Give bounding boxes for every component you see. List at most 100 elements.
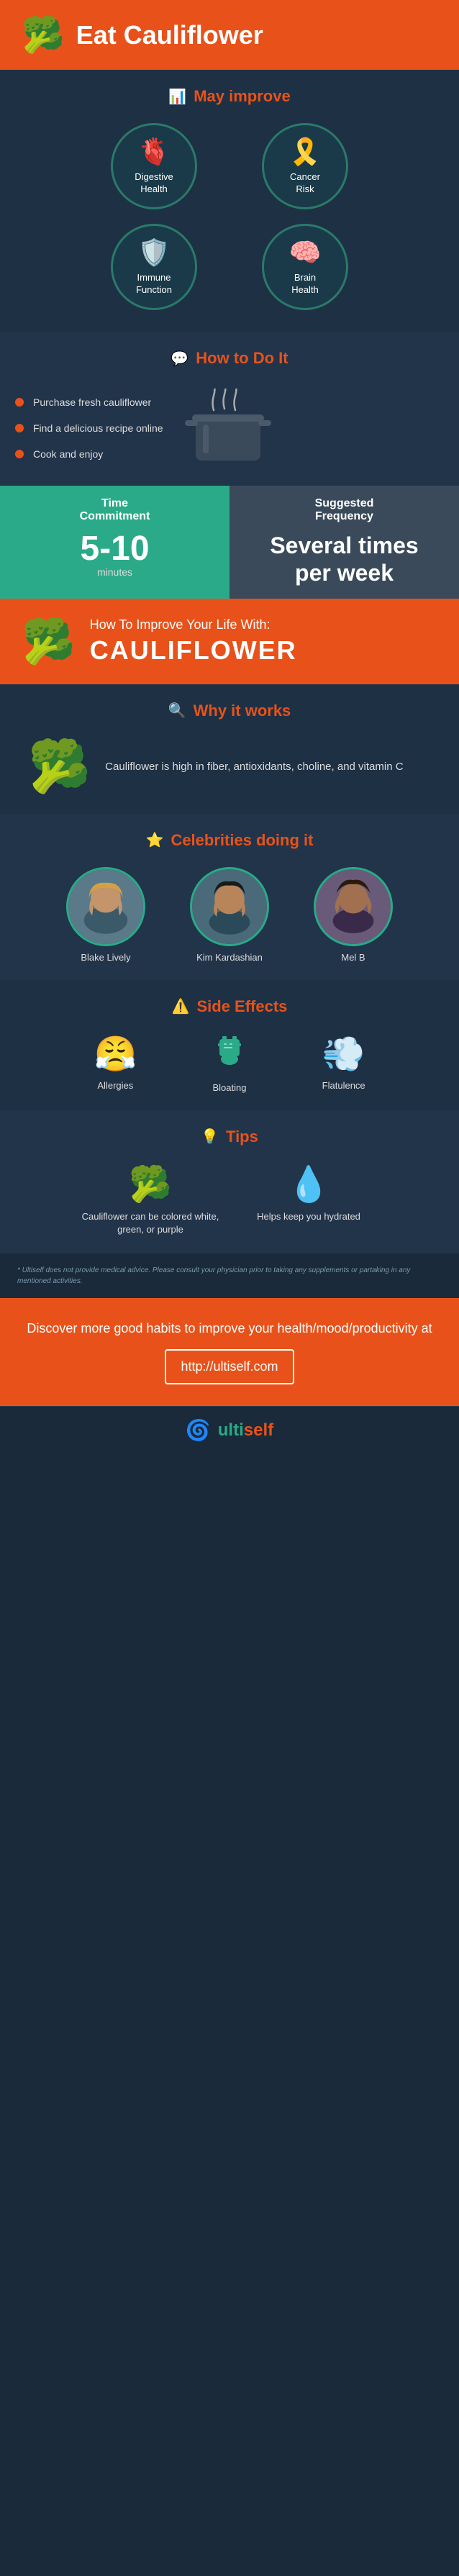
footer-brand-ult: ulti — [218, 1420, 244, 1440]
allergies-label: Allergies — [97, 1080, 133, 1091]
shield-icon: 🛡️ — [138, 237, 171, 268]
time-commitment-unit: minutes — [14, 566, 215, 578]
step-indicator — [14, 398, 24, 407]
step-dot — [15, 398, 24, 407]
brain-health-circle: 🧠 BrainHealth — [262, 224, 348, 310]
suggested-frequency-label: Suggested Frequency — [244, 497, 445, 523]
celebrities-label: Celebrities doing it — [171, 831, 313, 850]
how-label: How to Do It — [196, 349, 288, 368]
search-icon: 🔍 — [168, 702, 186, 720]
tips-grid: 🥦 Cauliflower can be colored white, gree… — [78, 1164, 381, 1236]
may-improve-section: 📊 May improve 🫀 DigestiveHealth 🎗️ Cance… — [0, 70, 459, 332]
step-text: Purchase fresh cauliflower — [33, 396, 151, 408]
disclaimer-section: * Ultiself does not provide medical advi… — [0, 1253, 459, 1298]
kim-kardashian-photo — [190, 867, 269, 946]
banner-main-text: CAULIFLOWER — [90, 635, 437, 666]
bloating-label: Bloating — [213, 1082, 247, 1093]
flatulence-icon: 💨 — [322, 1033, 365, 1074]
star-icon: ⭐ — [146, 831, 164, 849]
discover-link[interactable]: http://ultiself.com — [181, 1359, 278, 1374]
list-item: Blake Lively — [50, 867, 162, 963]
step-dot — [15, 450, 24, 458]
footer-brand: ultiself — [218, 1420, 273, 1441]
footer-brand-self: self — [244, 1420, 273, 1440]
why-label: Why it works — [194, 702, 291, 720]
immune-function-circle: 🛡️ ImmuneFunction — [111, 224, 197, 310]
list-item: Find a delicious recipe online — [14, 415, 163, 441]
discover-link-box[interactable]: http://ultiself.com — [165, 1349, 294, 1384]
may-improve-label: May improve — [194, 87, 291, 106]
celebrities-grid: Blake Lively Kim Kardashian — [50, 867, 409, 963]
celebrities-heading: ⭐ Celebrities doing it — [14, 831, 445, 850]
why-content: 🥦 Cauliflower is high in fiber, antioxid… — [28, 738, 431, 797]
cauliflower-color-icon: 🥦 — [129, 1164, 172, 1205]
tips-heading: 💡 Tips — [14, 1128, 445, 1146]
cauliflower-banner-icon: 🥦 — [22, 616, 76, 667]
pot-illustration — [178, 385, 278, 471]
how-heading: 💬 How to Do It — [14, 349, 445, 368]
celebrities-section: ⭐ Celebrities doing it Blake Lively — [0, 814, 459, 980]
banner-subtitle: How To Improve Your Life With: — [90, 617, 437, 632]
chat-icon: 💬 — [171, 350, 188, 368]
side-effects-section: ⚠️ Side Effects 😤 Allergies — [0, 980, 459, 1110]
immune-label: ImmuneFunction — [136, 272, 172, 296]
flatulence-label: Flatulence — [322, 1080, 365, 1091]
list-item: 🥦 Cauliflower can be colored white, gree… — [78, 1164, 222, 1236]
list-item: 🧠 BrainHealth — [237, 224, 373, 310]
ultiself-logo-icon: 🌀 — [186, 1418, 211, 1442]
may-improve-heading: 📊 May improve — [14, 87, 445, 106]
list-item: 🛡️ ImmuneFunction — [86, 224, 222, 310]
list-item: 💨 Flatulence — [292, 1033, 395, 1093]
digestive-health-circle: 🫀 DigestiveHealth — [111, 123, 197, 209]
footer: 🌀 ultiself — [0, 1406, 459, 1453]
may-improve-grid: 🫀 DigestiveHealth 🎗️ CancerRisk 🛡️ Immun… — [86, 123, 373, 310]
step-text: Find a delicious recipe online — [33, 422, 163, 434]
steps-list: Purchase fresh cauliflower Find a delici… — [14, 389, 163, 467]
list-item: 💧 Helps keep you hydrated — [237, 1164, 381, 1236]
discover-section: Discover more good habits to improve you… — [0, 1298, 459, 1406]
side-effects-heading: ⚠️ Side Effects — [14, 997, 445, 1016]
list-item: 🫀 DigestiveHealth — [86, 123, 222, 209]
list-item: Mel B — [297, 867, 409, 963]
blake-lively-name: Blake Lively — [81, 952, 130, 963]
cauliflower-color-text: Cauliflower can be colored white, green,… — [78, 1210, 222, 1236]
why-heading: 🔍 Why it works — [14, 702, 445, 720]
list-item: Kim Kardashian — [173, 867, 286, 963]
list-item: Cook and enjoy — [14, 441, 163, 467]
brain-icon: 🧠 — [289, 237, 322, 268]
list-item: 😤 Allergies — [64, 1033, 167, 1093]
suggested-frequency-value: Several times per week — [244, 532, 445, 587]
how-to-do-it-section: 💬 How to Do It Purchase fresh cauliflowe… — [0, 332, 459, 486]
bloating-icon — [212, 1033, 247, 1076]
time-commitment-block: Time Commitment 5-10 minutes — [0, 486, 230, 599]
hydration-text: Helps keep you hydrated — [257, 1210, 360, 1223]
time-commitment-label: Time Commitment — [14, 497, 215, 523]
kim-kardashian-name: Kim Kardashian — [196, 952, 263, 963]
blake-lively-photo — [66, 867, 145, 946]
header: 🥦 Eat Cauliflower — [0, 0, 459, 70]
warning-icon: ⚠️ — [172, 997, 190, 1015]
lightbulb-icon: 💡 — [201, 1128, 219, 1146]
cancer-risk-circle: 🎗️ CancerRisk — [262, 123, 348, 209]
list-item: Purchase fresh cauliflower — [14, 389, 163, 415]
time-commitment-value: 5-10 — [14, 532, 215, 566]
cauliflower-header-icon: 🥦 — [22, 14, 65, 55]
mel-b-photo — [314, 867, 393, 946]
water-drop-icon: 💧 — [287, 1164, 330, 1205]
why-it-works-section: 🔍 Why it works 🥦 Cauliflower is high in … — [0, 684, 459, 814]
header-title: Eat Cauliflower — [76, 20, 263, 50]
step-text: Cook and enjoy — [33, 448, 103, 460]
mel-b-name: Mel B — [341, 952, 365, 963]
improve-banner: 🥦 How To Improve Your Life With: CAULIFL… — [0, 599, 459, 684]
tips-section: 💡 Tips 🥦 Cauliflower can be colored whit… — [0, 1110, 459, 1253]
ribbon-icon: 🎗️ — [289, 137, 322, 167]
suggested-frequency-block: Suggested Frequency Several times per we… — [230, 486, 459, 599]
list-item: Bloating — [178, 1033, 281, 1093]
brain-label: BrainHealth — [291, 272, 319, 296]
how-content: Purchase fresh cauliflower Find a delici… — [14, 385, 445, 471]
step-indicator — [14, 450, 24, 458]
heart-icon: 🫀 — [138, 137, 171, 167]
tips-label: Tips — [226, 1128, 258, 1146]
side-effects-grid: 😤 Allergies Bloating 💨 — [64, 1033, 395, 1093]
broccoli-icon: 🥦 — [28, 738, 91, 797]
